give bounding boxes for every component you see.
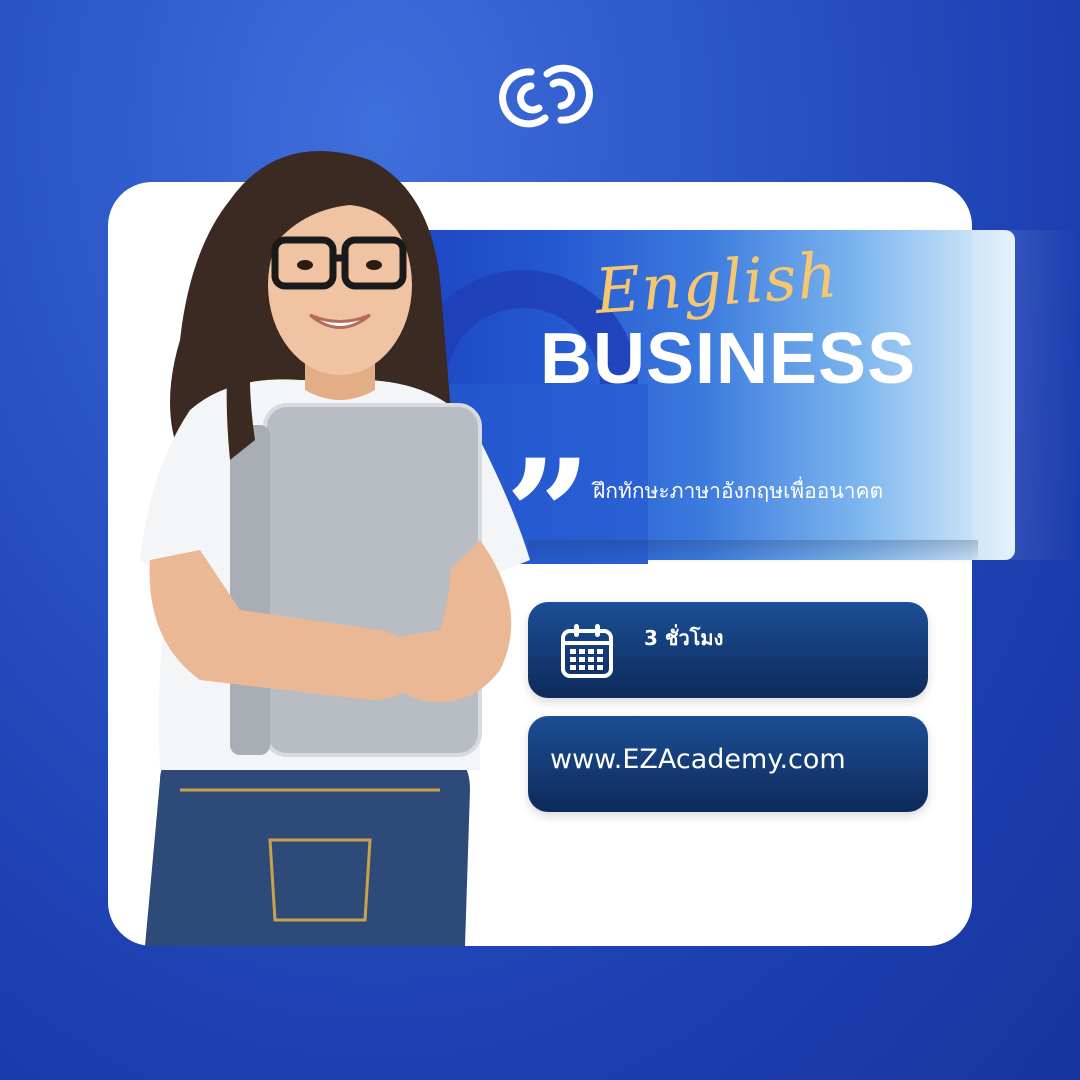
- website-pill[interactable]: www.EZAcademy.com: [528, 716, 928, 812]
- duration-pill: 3 ชั่วโมง: [528, 602, 928, 698]
- title-panel-shadow: [528, 540, 978, 564]
- website-link[interactable]: www.EZAcademy.com: [550, 744, 846, 775]
- title-business: BUSINESS: [540, 319, 917, 399]
- interlocking-rings-logo: [499, 64, 593, 128]
- student-photo: [140, 151, 530, 946]
- title-panel-glass-edge: [972, 230, 1080, 560]
- duration-text: 3 ชั่วโมง: [644, 626, 724, 650]
- calendar-icon: [561, 624, 613, 678]
- tagline: ฝึกทักษะภาษาอังกฤษเพื่ออนาคต: [593, 479, 884, 503]
- promo-canvas: English BUSINESS ” ฝึกทักษะภาษาอังกฤษเพื…: [0, 0, 1080, 1080]
